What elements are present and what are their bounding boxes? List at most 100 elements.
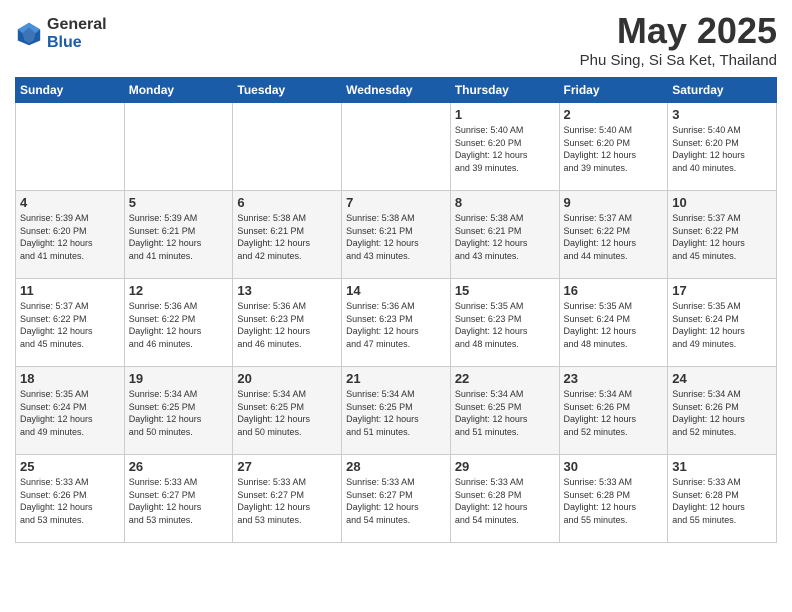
- day-cell: 9 Sunrise: 5:37 AM Sunset: 6:22 PM Daylig…: [559, 191, 668, 279]
- week-row-1: 1 Sunrise: 5:40 AM Sunset: 6:20 PM Daylig…: [16, 103, 777, 191]
- day-info: Sunrise: 5:34 AM Sunset: 6:25 PM Dayligh…: [455, 389, 528, 437]
- day-number: 21: [346, 371, 446, 386]
- col-header-saturday: Saturday: [668, 78, 777, 103]
- day-cell: 12 Sunrise: 5:36 AM Sunset: 6:22 PM Dayli…: [124, 279, 233, 367]
- day-info: Sunrise: 5:33 AM Sunset: 6:27 PM Dayligh…: [129, 477, 202, 525]
- day-cell: 6 Sunrise: 5:38 AM Sunset: 6:21 PM Daylig…: [233, 191, 342, 279]
- day-cell: 3 Sunrise: 5:40 AM Sunset: 6:20 PM Daylig…: [668, 103, 777, 191]
- day-number: 27: [237, 459, 337, 474]
- day-number: 4: [20, 195, 120, 210]
- day-cell: 2 Sunrise: 5:40 AM Sunset: 6:20 PM Daylig…: [559, 103, 668, 191]
- day-number: 10: [672, 195, 772, 210]
- day-number: 9: [564, 195, 664, 210]
- day-cell: 4 Sunrise: 5:39 AM Sunset: 6:20 PM Daylig…: [16, 191, 125, 279]
- day-info: Sunrise: 5:39 AM Sunset: 6:21 PM Dayligh…: [129, 213, 202, 261]
- day-number: 20: [237, 371, 337, 386]
- day-cell: 5 Sunrise: 5:39 AM Sunset: 6:21 PM Daylig…: [124, 191, 233, 279]
- day-cell: 30Sunrise: 5:33 AM Sunset: 6:28 PM Dayli…: [559, 455, 668, 543]
- col-header-sunday: Sunday: [16, 78, 125, 103]
- day-cell: 27 Sunrise: 5:33 AM Sunset: 6:27 PM Dayli…: [233, 455, 342, 543]
- day-cell: 26 Sunrise: 5:33 AM Sunset: 6:27 PM Dayli…: [124, 455, 233, 543]
- day-number: 15: [455, 283, 555, 298]
- day-cell: 31 Sunrise: 5:33 AM Sunset: 6:28 PM Dayli…: [668, 455, 777, 543]
- day-number: 1: [455, 107, 555, 122]
- month-title: May 2025: [580, 10, 777, 52]
- day-number: 3: [672, 107, 772, 122]
- day-info: Sunrise: 5:35 AM Sunset: 6:23 PM Dayligh…: [455, 301, 528, 349]
- day-cell: 25 Sunrise: 5:33 AM Sunset: 6:26 PM Dayli…: [16, 455, 125, 543]
- day-number: 17: [672, 283, 772, 298]
- day-cell: 8 Sunrise: 5:38 AM Sunset: 6:21 PM Daylig…: [450, 191, 559, 279]
- week-row-3: 11 Sunrise: 5:37 AM Sunset: 6:22 PM Dayli…: [16, 279, 777, 367]
- week-row-4: 18Sunrise: 5:35 AM Sunset: 6:24 PM Dayli…: [16, 367, 777, 455]
- day-info: Sunrise: 5:39 AM Sunset: 6:20 PM Dayligh…: [20, 213, 93, 261]
- day-info: Sunrise: 5:38 AM Sunset: 6:21 PM Dayligh…: [455, 213, 528, 261]
- col-header-wednesday: Wednesday: [342, 78, 451, 103]
- day-info: Sunrise: 5:37 AM Sunset: 6:22 PM Dayligh…: [20, 301, 93, 349]
- day-cell: 11 Sunrise: 5:37 AM Sunset: 6:22 PM Dayli…: [16, 279, 125, 367]
- day-number: 28: [346, 459, 446, 474]
- day-info: Sunrise: 5:37 AM Sunset: 6:22 PM Dayligh…: [672, 213, 745, 261]
- day-info: Sunrise: 5:33 AM Sunset: 6:27 PM Dayligh…: [346, 477, 419, 525]
- day-cell: 22Sunrise: 5:34 AM Sunset: 6:25 PM Dayli…: [450, 367, 559, 455]
- day-info: Sunrise: 5:40 AM Sunset: 6:20 PM Dayligh…: [564, 125, 637, 173]
- day-number: 8: [455, 195, 555, 210]
- day-cell: 14 Sunrise: 5:36 AM Sunset: 6:23 PM Dayli…: [342, 279, 451, 367]
- day-number: 12: [129, 283, 229, 298]
- day-number: 2: [564, 107, 664, 122]
- day-info: Sunrise: 5:34 AM Sunset: 6:25 PM Dayligh…: [129, 389, 202, 437]
- day-number: 26: [129, 459, 229, 474]
- day-info: Sunrise: 5:34 AM Sunset: 6:25 PM Dayligh…: [237, 389, 310, 437]
- day-info: Sunrise: 5:40 AM Sunset: 6:20 PM Dayligh…: [672, 125, 745, 173]
- day-info: Sunrise: 5:36 AM Sunset: 6:23 PM Dayligh…: [237, 301, 310, 349]
- day-info: Sunrise: 5:38 AM Sunset: 6:21 PM Dayligh…: [237, 213, 310, 261]
- day-info: Sunrise: 5:34 AM Sunset: 6:26 PM Dayligh…: [564, 389, 637, 437]
- day-cell: [124, 103, 233, 191]
- location-title: Phu Sing, Si Sa Ket, Thailand: [580, 52, 777, 69]
- logo-blue-text: Blue: [47, 34, 107, 52]
- day-info: Sunrise: 5:35 AM Sunset: 6:24 PM Dayligh…: [672, 301, 745, 349]
- day-cell: 7Sunrise: 5:38 AM Sunset: 6:21 PM Daylig…: [342, 191, 451, 279]
- day-info: Sunrise: 5:33 AM Sunset: 6:28 PM Dayligh…: [455, 477, 528, 525]
- day-cell: [233, 103, 342, 191]
- day-info: Sunrise: 5:34 AM Sunset: 6:25 PM Dayligh…: [346, 389, 419, 437]
- day-info: Sunrise: 5:33 AM Sunset: 6:28 PM Dayligh…: [672, 477, 745, 525]
- day-info: Sunrise: 5:33 AM Sunset: 6:27 PM Dayligh…: [237, 477, 310, 525]
- day-number: 24: [672, 371, 772, 386]
- day-number: 5: [129, 195, 229, 210]
- day-cell: 13Sunrise: 5:36 AM Sunset: 6:23 PM Dayli…: [233, 279, 342, 367]
- logo: General Blue: [15, 16, 107, 51]
- header-row: SundayMondayTuesdayWednesdayThursdayFrid…: [16, 78, 777, 103]
- day-number: 19: [129, 371, 229, 386]
- day-number: 7: [346, 195, 446, 210]
- day-number: 14: [346, 283, 446, 298]
- col-header-tuesday: Tuesday: [233, 78, 342, 103]
- logo-general-text: General: [47, 16, 107, 34]
- day-number: 6: [237, 195, 337, 210]
- day-cell: 10 Sunrise: 5:37 AM Sunset: 6:22 PM Dayli…: [668, 191, 777, 279]
- col-header-monday: Monday: [124, 78, 233, 103]
- logo-icon: [15, 20, 43, 48]
- week-row-2: 4 Sunrise: 5:39 AM Sunset: 6:20 PM Daylig…: [16, 191, 777, 279]
- day-info: Sunrise: 5:36 AM Sunset: 6:23 PM Dayligh…: [346, 301, 419, 349]
- day-number: 11: [20, 283, 120, 298]
- day-cell: [16, 103, 125, 191]
- day-cell: 17 Sunrise: 5:35 AM Sunset: 6:24 PM Dayli…: [668, 279, 777, 367]
- day-number: 16: [564, 283, 664, 298]
- day-cell: [342, 103, 451, 191]
- day-number: 23: [564, 371, 664, 386]
- day-number: 29: [455, 459, 555, 474]
- day-number: 31: [672, 459, 772, 474]
- day-cell: 23 Sunrise: 5:34 AM Sunset: 6:26 PM Dayli…: [559, 367, 668, 455]
- day-info: Sunrise: 5:33 AM Sunset: 6:26 PM Dayligh…: [20, 477, 93, 525]
- day-number: 25: [20, 459, 120, 474]
- day-cell: 24 Sunrise: 5:34 AM Sunset: 6:26 PM Dayli…: [668, 367, 777, 455]
- week-row-5: 25 Sunrise: 5:33 AM Sunset: 6:26 PM Dayli…: [16, 455, 777, 543]
- day-info: Sunrise: 5:36 AM Sunset: 6:22 PM Dayligh…: [129, 301, 202, 349]
- day-info: Sunrise: 5:34 AM Sunset: 6:26 PM Dayligh…: [672, 389, 745, 437]
- day-cell: 18Sunrise: 5:35 AM Sunset: 6:24 PM Dayli…: [16, 367, 125, 455]
- header: General Blue May 2025 Phu Sing, Si Sa Ke…: [15, 10, 777, 69]
- day-info: Sunrise: 5:37 AM Sunset: 6:22 PM Dayligh…: [564, 213, 637, 261]
- day-cell: 28 Sunrise: 5:33 AM Sunset: 6:27 PM Dayli…: [342, 455, 451, 543]
- day-cell: 21 Sunrise: 5:34 AM Sunset: 6:25 PM Dayli…: [342, 367, 451, 455]
